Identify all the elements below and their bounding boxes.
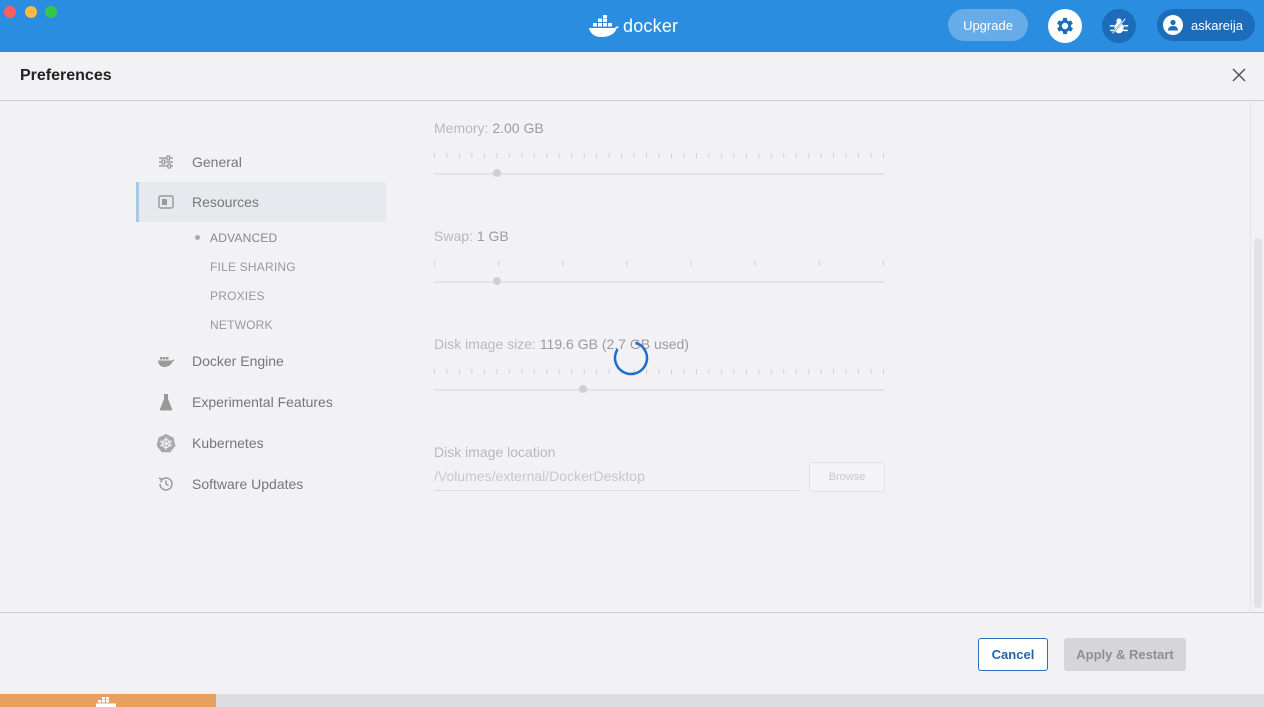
account-name: askareija — [1191, 17, 1244, 33]
memory-slider[interactable] — [434, 153, 884, 183]
memory-value: 2.00 GB — [492, 120, 544, 136]
gear-icon — [1057, 17, 1073, 35]
disk-size-label-text: Disk image size: — [434, 336, 536, 352]
top-bar: docker Upgrade askareija — [0, 0, 1264, 52]
settings-button[interactable] — [1048, 9, 1082, 43]
memory-label-text: Memory: — [434, 120, 489, 136]
slider-thumb[interactable] — [578, 385, 587, 393]
flask-icon — [156, 392, 176, 412]
slider-thumb[interactable] — [493, 277, 501, 285]
scroll-gutter — [1250, 101, 1251, 611]
sidebar-item-label: Software Updates — [192, 476, 304, 492]
sidebar-item-label: Resources — [192, 194, 259, 210]
history-icon — [156, 474, 176, 494]
active-dot — [195, 235, 200, 240]
swap-label: Swap: 1 GB — [434, 228, 509, 244]
disk-location-label: Disk image location — [434, 444, 556, 460]
sidebar-item-kubernetes[interactable]: Kubernetes — [136, 423, 386, 463]
sidebar-item-label: Docker Engine — [192, 353, 284, 369]
docker-logo: docker — [588, 12, 678, 40]
resources-panel: Memory: 2.00 GB Swap: 1 GB Disk image si… — [434, 101, 885, 611]
sidebar-item-label: Kubernetes — [192, 435, 264, 451]
slider-ticks — [434, 261, 884, 266]
subnav-item-network[interactable]: NETWORK — [210, 318, 273, 332]
account-button[interactable]: askareija — [1157, 9, 1255, 41]
memory-label: Memory: 2.00 GB — [434, 120, 544, 136]
avatar — [1163, 15, 1183, 35]
docker-whale-icon — [589, 15, 619, 37]
slider-thumb[interactable] — [493, 169, 501, 177]
user-icon — [1168, 19, 1178, 31]
subnav-item-file-sharing[interactable]: FILE SHARING — [210, 260, 296, 274]
sliders-icon — [156, 152, 176, 172]
upgrade-button[interactable]: Upgrade — [948, 9, 1028, 41]
window-close-button[interactable] — [4, 6, 16, 18]
window-zoom-button[interactable] — [45, 6, 57, 18]
slider-ticks — [434, 153, 884, 158]
resources-icon — [156, 192, 176, 212]
loading-spinner-icon — [613, 340, 649, 376]
status-whale-icon — [96, 697, 116, 707]
slider-ticks — [434, 369, 884, 374]
preferences-header: Preferences — [0, 52, 1264, 101]
slider-track — [434, 389, 884, 391]
close-icon[interactable] — [1230, 66, 1248, 84]
window-minimize-button[interactable] — [25, 6, 37, 18]
subnav-item-label: PROXIES — [210, 289, 265, 303]
swap-label-text: Swap: — [434, 228, 473, 244]
disk-size-slider[interactable] — [434, 369, 884, 399]
cancel-button[interactable]: Cancel — [978, 638, 1048, 671]
bug-icon — [1109, 18, 1129, 34]
brand-name: docker — [623, 15, 679, 36]
kubernetes-icon — [156, 433, 176, 453]
apply-restart-button[interactable]: Apply & Restart — [1064, 638, 1186, 671]
scrollbar[interactable] — [1254, 238, 1262, 608]
swap-value: 1 GB — [476, 228, 509, 244]
subnav-item-label: NETWORK — [210, 318, 273, 332]
subnav-item-label: ADVANCED — [210, 231, 278, 245]
sidebar-item-docker-engine[interactable]: Docker Engine — [136, 341, 386, 381]
disk-size-label: Disk image size: 119.6 GB (2.7 GB used) — [434, 336, 689, 352]
sidebar-item-label: General — [192, 154, 242, 170]
subnav-item-proxies[interactable]: PROXIES — [210, 289, 265, 303]
disk-location-input[interactable]: /Volumes/external/DockerDesktop — [434, 462, 800, 491]
whale-icon — [156, 351, 176, 371]
browse-button[interactable]: Browse — [809, 462, 885, 492]
subnav-item-advanced[interactable]: ADVANCED — [195, 231, 278, 245]
sidebar-item-experimental[interactable]: Experimental Features — [136, 382, 386, 422]
swap-slider[interactable] — [434, 261, 884, 291]
sidebar-item-software-updates[interactable]: Software Updates — [136, 464, 386, 504]
slider-track — [434, 173, 884, 175]
troubleshoot-button[interactable] — [1102, 9, 1136, 43]
preferences-footer: Cancel Apply & Restart — [0, 612, 1264, 695]
sidebar-item-resources[interactable]: Resources — [136, 182, 386, 222]
sidebar-item-general[interactable]: General — [136, 142, 386, 182]
page-title: Preferences — [20, 67, 112, 84]
subnav-item-label: FILE SHARING — [210, 260, 296, 274]
sidebar-item-label: Experimental Features — [192, 394, 333, 410]
slider-track — [434, 281, 884, 283]
